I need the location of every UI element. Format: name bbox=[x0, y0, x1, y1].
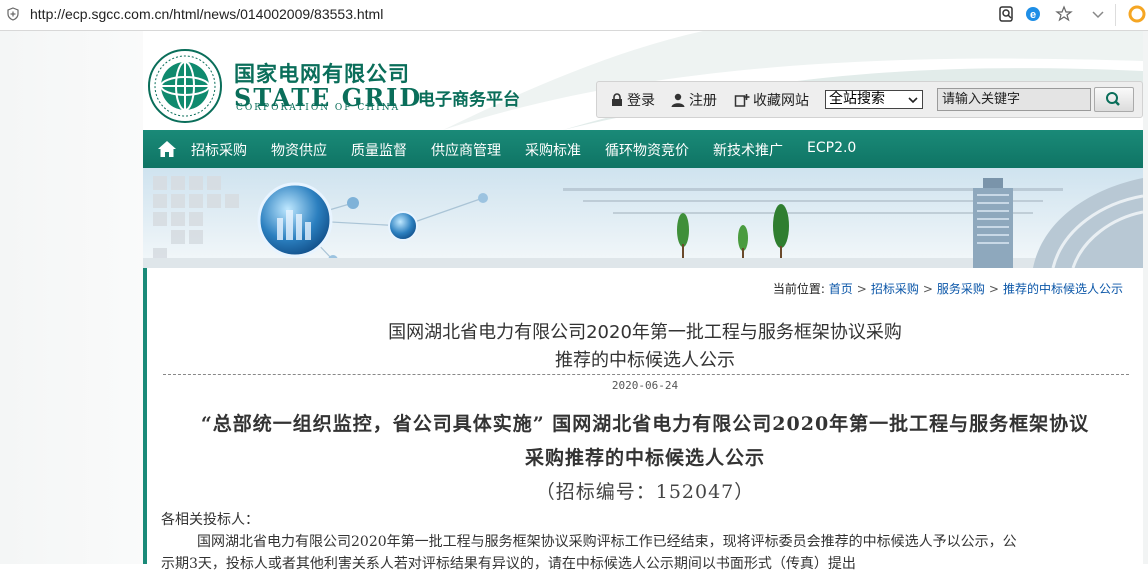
lock-icon bbox=[612, 93, 622, 106]
favorite-star-icon[interactable] bbox=[1055, 5, 1073, 23]
nav-item-procurement-standard[interactable]: 采购标准 bbox=[525, 140, 581, 160]
login-link[interactable]: 登录 bbox=[610, 90, 655, 110]
chevron-down-icon bbox=[908, 97, 918, 104]
breadcrumb-separator: > bbox=[856, 282, 867, 296]
breadcrumb-separator: > bbox=[922, 282, 933, 296]
breadcrumb-separator: > bbox=[988, 282, 999, 296]
tender-code: （招标编号：152047） bbox=[535, 481, 755, 503]
url-field[interactable]: http://ecp.sgcc.com.cn/html/news/0140020… bbox=[30, 6, 383, 22]
register-label: 注册 bbox=[689, 93, 717, 109]
nav-item-quality-supervision[interactable]: 质量监督 bbox=[351, 140, 407, 160]
breadcrumb-home[interactable]: 首页 bbox=[829, 282, 853, 296]
search-button[interactable] bbox=[1094, 87, 1134, 112]
body-paragraph-line1: 国网湖北省电力有限公司2020年第一批工程与服务框架协议采购评标工作已经结束，现… bbox=[197, 534, 1017, 550]
announcement-heading-line1: “总部统一组织监控，省公司具体实施” 国网湖北省电力有限公司2020年第一批工程… bbox=[200, 413, 1090, 435]
svg-text:e: e bbox=[1030, 9, 1036, 21]
announcement-heading-line2: 采购推荐的中标候选人公示 bbox=[524, 447, 765, 469]
add-bookmark-icon bbox=[734, 94, 750, 107]
article-title-line2: 推荐的中标候选人公示 bbox=[555, 350, 735, 371]
breadcrumb-prefix: 当前位置: bbox=[772, 282, 825, 296]
nav-item-supplier-management[interactable]: 供应商管理 bbox=[431, 140, 501, 160]
company-subtitle-en: CORPORATION OF CHINA bbox=[236, 103, 401, 113]
favorite-site-label: 收藏网站 bbox=[753, 93, 809, 109]
state-grid-logo-icon bbox=[148, 49, 222, 123]
breadcrumb: 当前位置: 首页 > 招标采购 > 服务采购 > 推荐的中标候选人公示 bbox=[773, 280, 1123, 297]
browser-logo-icon[interactable] bbox=[1128, 5, 1146, 23]
article-title-line1: 国网湖北省电力有限公司2020年第一批工程与服务框架协议采购 bbox=[388, 322, 902, 343]
nav-item-ecp2[interactable]: ECP2.0 bbox=[807, 140, 856, 156]
platform-name: 电子商务平台 bbox=[418, 90, 520, 110]
article-container: 当前位置: 首页 > 招标采购 > 服务采购 > 推荐的中标候选人公示 国网湖北省电力有限公… bbox=[143, 268, 1143, 572]
favorite-site-link[interactable]: 收藏网站 bbox=[734, 90, 809, 110]
salutation: 各相关投标人： bbox=[161, 512, 259, 528]
main-nav: 招标采购 物资供应 质量监督 供应商管理 采购标准 循环物资竞价 新技术推广 E… bbox=[143, 130, 1143, 168]
breadcrumb-service-procurement[interactable]: 服务采购 bbox=[937, 282, 985, 296]
nav-item-recycled-materials-bidding[interactable]: 循环物资竞价 bbox=[605, 140, 689, 160]
breadcrumb-current[interactable]: 推荐的中标候选人公示 bbox=[1003, 282, 1123, 296]
breadcrumb-bidding[interactable]: 招标采购 bbox=[871, 282, 919, 296]
security-shield-icon[interactable] bbox=[6, 7, 20, 21]
search-input[interactable]: 请输入关键字 bbox=[937, 88, 1091, 111]
login-label: 登录 bbox=[627, 93, 655, 109]
reader-mode-icon[interactable] bbox=[997, 5, 1015, 23]
ie-mode-icon[interactable]: e bbox=[1024, 5, 1042, 23]
nav-item-new-tech[interactable]: 新技术推广 bbox=[713, 140, 783, 160]
search-scope-value: 全站搜索 bbox=[829, 91, 885, 107]
chevron-down-icon[interactable] bbox=[1089, 5, 1107, 23]
search-scope-select[interactable]: 全站搜索 bbox=[825, 90, 923, 109]
user-icon bbox=[671, 93, 685, 107]
nav-item-bidding[interactable]: 招标采购 bbox=[191, 140, 247, 160]
body-paragraph-line2: 示期3天，投标人或者其他利害关系人若对评标结果有异议的，请在中标候选人公示期间以… bbox=[161, 556, 856, 572]
banner-image bbox=[143, 168, 1143, 268]
nav-item-materials-supply[interactable]: 物资供应 bbox=[271, 140, 327, 160]
publish-date: 2020-06-24 bbox=[611, 379, 679, 392]
title-divider bbox=[163, 374, 1129, 375]
register-link[interactable]: 注册 bbox=[670, 90, 717, 110]
search-icon bbox=[1106, 92, 1120, 106]
toolbar-divider bbox=[1115, 4, 1116, 26]
home-icon[interactable] bbox=[157, 140, 177, 158]
browser-address-bar: http://ecp.sgcc.com.cn/html/news/0140020… bbox=[0, 0, 1148, 31]
